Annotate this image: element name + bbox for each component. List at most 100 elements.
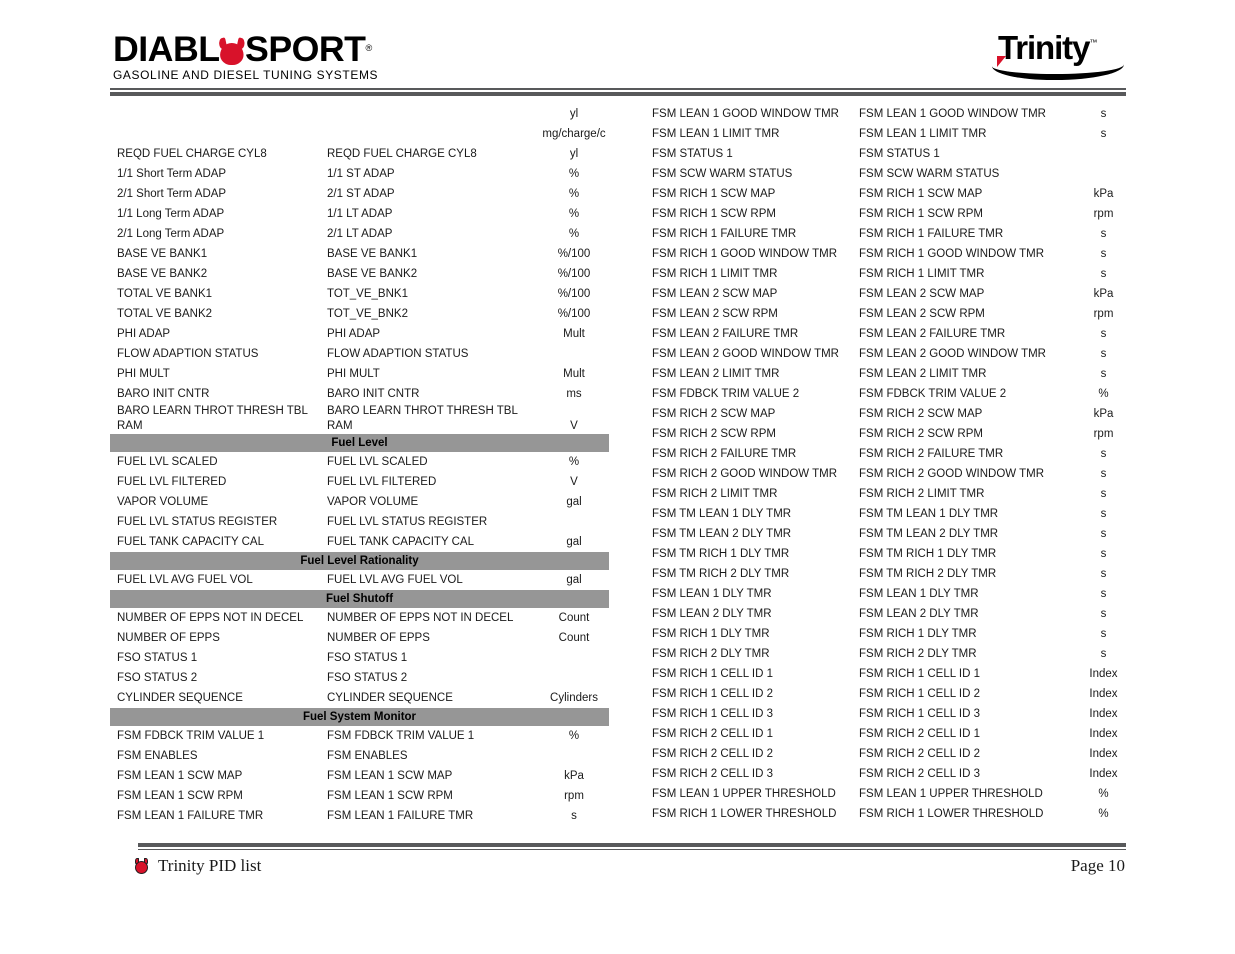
table-row: FSM LEAN 1 FAILURE TMR FSM LEAN 1 FAILURE… [110,806,609,826]
pid-name: 2/1 Short Term ADAP [117,188,227,200]
table-row: FSM RICH 1 CELL ID 3 FSM RICH 1 CELL ID 3… [645,704,1136,724]
table-row: FSM RICH 2 LIMIT TMR FSM RICH 2 LIMIT TMR… [645,484,1136,504]
pid-unit: s [1100,108,1107,120]
table-row: BARO LEARN THROT THRESH TBL RAM BARO LEARN… [110,404,609,434]
pid-name: FSM RICH 1 SCW RPM [652,208,776,220]
pid-abbreviation: FSM LEAN 1 DLY TMR [859,588,979,600]
table-row: VAPOR VOLUME VAPOR VOLUME gal [110,492,609,512]
pid-abbreviation: FUEL LVL FILTERED [327,476,437,488]
pid-name: BASE VE BANK1 [117,248,208,260]
table-row: FSM FDBCK TRIM VALUE 2 FSM FDBCK TRIM VAL… [645,384,1136,404]
pid-abbreviation: FSM RICH 2 GOOD WINDOW TMR [859,468,1045,480]
table-row: FUEL LVL AVG FUEL VOL FUEL LVL AVG FUEL V… [110,570,609,590]
table-row: FSM RICH 1 CELL ID 2 FSM RICH 1 CELL ID 2… [645,684,1136,704]
pid-name: FSO STATUS 1 [117,652,198,664]
pid-unit: % [568,208,580,220]
pid-abbreviation: FUEL LVL SCALED [327,456,428,468]
pid-unit: s [1100,588,1107,600]
pid-abbreviation: BASE VE BANK1 [327,248,418,260]
pid-abbreviation: FSM RICH 1 SCW RPM [859,208,983,220]
table-row: FSM LEAN 2 FAILURE TMR FSM LEAN 2 FAILURE… [645,324,1136,344]
pid-abbreviation: FUEL LVL AVG FUEL VOL [327,574,463,586]
pid-name: FSM RICH 2 FAILURE TMR [652,448,797,460]
leading-unit-line-1: yl [569,108,579,120]
page-footer: Trinity PID list Page 10 [0,840,1235,910]
pid-unit: % [568,456,580,468]
pid-abbreviation: FSM RICH 2 SCW MAP [859,408,983,420]
pid-name: FSM LEAN 1 DLY TMR [652,588,772,600]
table-row: FSM RICH 1 DLY TMR FSM RICH 1 DLY TMR s [645,624,1136,644]
table-row: FSM RICH 2 CELL ID 3 FSM RICH 2 CELL ID 3… [645,764,1136,784]
table-row: FSM LEAN 2 GOOD WINDOW TMR FSM LEAN 2 GOO… [645,344,1136,364]
pid-table-left-column: yl mg/charge/c REQD FUEL CHARGE CYL8 REQD… [110,104,609,826]
table-row: FSM LEAN 2 SCW MAP FSM LEAN 2 SCW MAP kPa [645,284,1136,304]
pid-unit: Cylinders [550,692,598,704]
pid-name: FSM TM RICH 2 DLY TMR [652,568,790,580]
table-row: BARO INIT CNTR BARO INIT CNTR ms [110,384,609,404]
table-row: FSM RICH 2 SCW RPM FSM RICH 2 SCW RPM rpm [645,424,1136,444]
pid-abbreviation: FSM LEAN 1 FAILURE TMR [327,810,474,822]
trinity-logo: Trinity™ [990,26,1130,80]
pid-unit: s [1100,608,1107,620]
pid-unit: s [1100,228,1107,240]
pid-unit: s [1100,468,1107,480]
diablosport-tagline: GASOLINE AND DIESEL TUNING SYSTEMS [113,70,379,82]
pid-unit: %/100 [557,268,591,280]
pid-unit: %/100 [557,308,591,320]
table-row: FSM LEAN 1 DLY TMR FSM LEAN 1 DLY TMR s [645,584,1136,604]
table-row: FSM RICH 1 CELL ID 1 FSM RICH 1 CELL ID 1… [645,664,1136,684]
table-row: FSM RICH 2 FAILURE TMR FSM RICH 2 FAILURE… [645,444,1136,464]
pid-name: BASE VE BANK2 [117,268,208,280]
pid-table-right: FSM LEAN 1 GOOD WINDOW TMR FSM LEAN 1 GOO… [645,104,1136,824]
pid-unit: Index [1089,688,1118,700]
pid-abbreviation: PHI ADAP [327,328,381,340]
pid-table-right-body: FSM LEAN 1 GOOD WINDOW TMR FSM LEAN 1 GOO… [645,104,1136,824]
pid-name: PHI MULT [117,368,170,380]
pid-abbreviation: FSM TM LEAN 2 DLY TMR [859,528,999,540]
table-row: FSM RICH 1 LIMIT TMR FSM RICH 1 LIMIT TMR… [645,264,1136,284]
table-row: FSM FDBCK TRIM VALUE 1 FSM FDBCK TRIM VAL… [110,726,609,746]
pid-abbreviation: 1/1 LT ADAP [327,208,393,220]
table-row: FSO STATUS 1 FSO STATUS 1 [110,648,609,668]
pid-table-right-column: FSM LEAN 1 GOOD WINDOW TMR FSM LEAN 1 GOO… [645,104,1127,824]
pid-abbreviation: 2/1 ST ADAP [327,188,395,200]
pid-name: NUMBER OF EPPS NOT IN DECEL [117,612,304,624]
pid-abbreviation: FSM RICH 2 CELL ID 1 [859,728,980,740]
pid-name: FSM RICH 2 LIMIT TMR [652,488,778,500]
pid-abbreviation: VAPOR VOLUME [327,496,419,508]
pid-unit: % [568,168,580,180]
pid-abbreviation: FSM LEAN 2 FAILURE TMR [859,328,1006,340]
pid-unit [539,512,609,532]
pid-name: FSM RICH 2 CELL ID 2 [652,748,773,760]
pid-abbreviation: FSM LEAN 2 LIMIT TMR [859,368,987,380]
pid-unit [539,668,609,688]
pid-name: FSM TM RICH 1 DLY TMR [652,548,790,560]
diablosport-word-part1: DIABL [113,30,220,69]
table-row: 2/1 Short Term ADAP 2/1 ST ADAP% [110,184,609,204]
pid-unit: rpm [1093,208,1114,220]
devil-head-bullet-icon [134,858,149,874]
table-row: NUMBER OF EPPS NOT IN DECEL NUMBER OF EPP… [110,608,609,628]
table-row: FSM LEAN 1 SCW MAP FSM LEAN 1 SCW MAP kPa [110,766,609,786]
pid-name: FSM LEAN 2 SCW MAP [652,288,778,300]
pid-abbreviation: FSM LEAN 1 SCW RPM [327,790,453,802]
pid-unit: rpm [1093,308,1114,320]
section-header-row: Fuel Level [110,434,609,452]
pid-name: FUEL LVL STATUS REGISTER [117,516,278,528]
pid-abbreviation: FSM RICH 1 CELL ID 3 [859,708,980,720]
pid-abbreviation: BARO INIT CNTR [327,388,420,400]
pid-unit: Mult [563,328,585,340]
pid-unit: s [1100,548,1107,560]
table-row: FSM LEAN 2 SCW RPM FSM LEAN 2 SCW RPM rpm [645,304,1136,324]
document-page: DIABL SPORT® GASOLINE AND DIESEL TUNING S… [0,0,1235,954]
pid-unit: Index [1089,728,1118,740]
table-row: FSM TM RICH 1 DLY TMR FSM TM RICH 1 DLY T… [645,544,1136,564]
pid-abbreviation: FSM LEAN 2 DLY TMR [859,608,979,620]
table-row: FSM TM LEAN 1 DLY TMR FSM TM LEAN 1 DLY T… [645,504,1136,524]
section-header-label: Fuel Shutoff [110,590,609,608]
pid-unit: Mult [563,368,585,380]
pid-abbreviation: NUMBER OF EPPS NOT IN DECEL [327,612,514,624]
table-row: FSM SCW WARM STATUS FSM SCW WARM STATUS [645,164,1136,184]
pid-name: FUEL TANK CAPACITY CAL [117,536,264,548]
table-row: 1/1 Long Term ADAP 1/1 LT ADAP% [110,204,609,224]
